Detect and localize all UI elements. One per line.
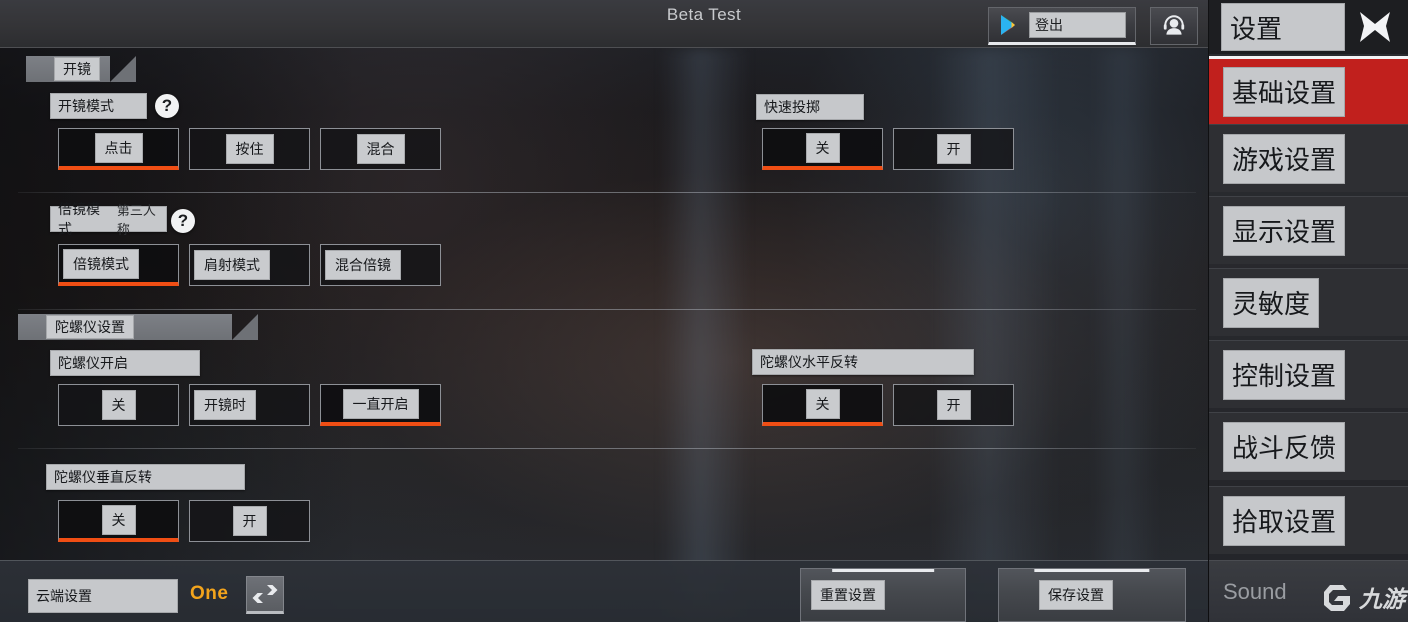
row-label-text: 陀螺仪垂直反转 [54, 469, 152, 485]
jiuyou-watermark-text: 九游 [1359, 586, 1405, 612]
option-label: 开 [936, 390, 971, 420]
close-x-icon [1360, 12, 1390, 42]
cloud-settings-label[interactable]: 云端设置 [28, 579, 178, 613]
section-tab-gyro-label: 陀螺仪设置 [46, 315, 134, 339]
divider [18, 309, 1196, 310]
cloud-swap-button[interactable] [246, 576, 284, 614]
row-label-text: 倍镜模式 [58, 201, 100, 237]
sidebar-item-pickup[interactable]: 拾取设置 [1209, 486, 1408, 554]
jiuyou-watermark: 九游 [1321, 580, 1405, 614]
help-icon-scope-mode[interactable]: ? [155, 94, 179, 118]
save-settings-label: 保存设置 [1039, 580, 1113, 610]
option-magnify-mode-2[interactable]: 混合倍镜 [320, 244, 441, 286]
option-label: 点击 [94, 132, 143, 163]
row-label-gyro-vertical-invert: 陀螺仪垂直反转 [46, 464, 245, 490]
row-label-sub: 第三人称 [116, 203, 156, 237]
top-header-bar: Beta Test 登出 [0, 0, 1408, 48]
option-quick-throw-0[interactable]: 关 [762, 128, 883, 170]
sidebar-item-label: 灵敏度 [1223, 277, 1320, 328]
google-play-icon [1001, 15, 1015, 35]
swap-arrows-icon [252, 585, 278, 603]
cloud-settings-value: One [190, 583, 229, 604]
sidebar-item-label: 战斗反馈 [1223, 421, 1346, 472]
option-label: 一直开启 [342, 388, 419, 419]
option-label: 关 [101, 504, 136, 535]
background-light-streak [660, 48, 750, 622]
sidebar-item-display[interactable]: 显示设置 [1209, 196, 1408, 264]
sidebar-item-label: 拾取设置 [1223, 495, 1346, 546]
option-label: 关 [805, 132, 840, 163]
sidebar-item-basic[interactable]: 基础设置 [1209, 56, 1408, 124]
row-label-text: 陀螺仪开启 [58, 355, 128, 371]
row-label-magnify-mode: 倍镜模式 第三人称 [50, 201, 167, 237]
row-label-quick-throw: 快速投掷 [756, 94, 864, 120]
settings-screen: Beta Test 登出 开镜 开镜模式 ? 点击 按住 混合 快速投掷 关 开… [0, 0, 1408, 622]
sidebar-item-sensitivity[interactable]: 灵敏度 [1209, 268, 1408, 336]
section-tab-scope-label: 开镜 [54, 57, 100, 81]
option-magnify-mode-0[interactable]: 倍镜模式 [58, 244, 179, 286]
row-label-text: 快速投掷 [764, 99, 820, 115]
sidebar-title: 设置 [1221, 3, 1345, 51]
help-icon-magnify-mode[interactable]: ? [171, 209, 195, 233]
row-label-text: 陀螺仪水平反转 [760, 354, 858, 370]
option-label: 按住 [225, 134, 274, 164]
divider [18, 448, 1196, 449]
sidebar-item-label: 游戏设置 [1223, 133, 1346, 184]
sidebar-header: 设置 [1209, 0, 1408, 54]
sidebar-footer[interactable]: Sound 九游 [1209, 560, 1408, 622]
option-label: 混合倍镜 [325, 250, 401, 280]
account-logout-label: 登出 [1029, 12, 1126, 38]
settings-sidebar: 设置 基础设置 游戏设置 显示设置 灵敏度 控制设置 战斗反馈 拾取设置 Sou… [1208, 0, 1408, 622]
reset-settings-label: 重置设置 [811, 580, 885, 610]
option-gyro-enable-2[interactable]: 一直开启 [320, 384, 441, 426]
option-scope-mode-2[interactable]: 混合 [320, 128, 441, 170]
option-scope-mode-1[interactable]: 按住 [189, 128, 310, 170]
sidebar-item-game[interactable]: 游戏设置 [1209, 124, 1408, 192]
row-label-scope-mode: 开镜模式 [50, 93, 147, 119]
option-gyro-horizontal-1[interactable]: 开 [893, 384, 1014, 426]
row-label-text: 开镜模式 [58, 98, 114, 114]
section-tab-gyro[interactable]: 陀螺仪设置 [18, 314, 232, 340]
option-label: 混合 [356, 134, 405, 164]
save-settings-button[interactable]: 保存设置 [998, 568, 1186, 622]
option-label: 开镜时 [194, 390, 256, 420]
option-label: 关 [805, 388, 840, 419]
sidebar-item-control[interactable]: 控制设置 [1209, 340, 1408, 408]
close-button[interactable] [1355, 8, 1395, 46]
sidebar-item-combat-feedback[interactable]: 战斗反馈 [1209, 412, 1408, 480]
option-label: 开 [232, 506, 267, 536]
option-quick-throw-1[interactable]: 开 [893, 128, 1014, 170]
sidebar-item-label: 显示设置 [1223, 205, 1346, 256]
option-gyro-horizontal-0[interactable]: 关 [762, 384, 883, 426]
reset-settings-button[interactable]: 重置设置 [800, 568, 966, 622]
account-logout-button[interactable]: 登出 [988, 7, 1136, 45]
background-light-streak [1090, 48, 1160, 622]
support-button[interactable] [1150, 7, 1198, 45]
option-gyro-enable-1[interactable]: 开镜时 [189, 384, 310, 426]
headset-support-icon [1163, 15, 1185, 35]
option-label: 关 [101, 390, 136, 420]
option-label: 倍镜模式 [63, 248, 139, 279]
sidebar-footer-label: Sound [1223, 579, 1287, 604]
option-gyro-enable-0[interactable]: 关 [58, 384, 179, 426]
sidebar-item-label: 基础设置 [1223, 66, 1346, 117]
jiuyou-logo-icon [1324, 585, 1350, 611]
option-gyro-vertical-1[interactable]: 开 [189, 500, 310, 542]
row-label-gyro-horizontal-invert: 陀螺仪水平反转 [752, 349, 974, 375]
option-label: 肩射模式 [194, 250, 270, 280]
option-magnify-mode-1[interactable]: 肩射模式 [189, 244, 310, 286]
row-label-gyro-enable: 陀螺仪开启 [50, 350, 200, 376]
divider [18, 192, 1196, 193]
option-label: 开 [936, 134, 971, 164]
option-gyro-vertical-0[interactable]: 关 [58, 500, 179, 542]
sidebar-item-label: 控制设置 [1223, 349, 1346, 400]
option-scope-mode-0[interactable]: 点击 [58, 128, 179, 170]
section-tab-scope[interactable]: 开镜 [26, 56, 110, 82]
